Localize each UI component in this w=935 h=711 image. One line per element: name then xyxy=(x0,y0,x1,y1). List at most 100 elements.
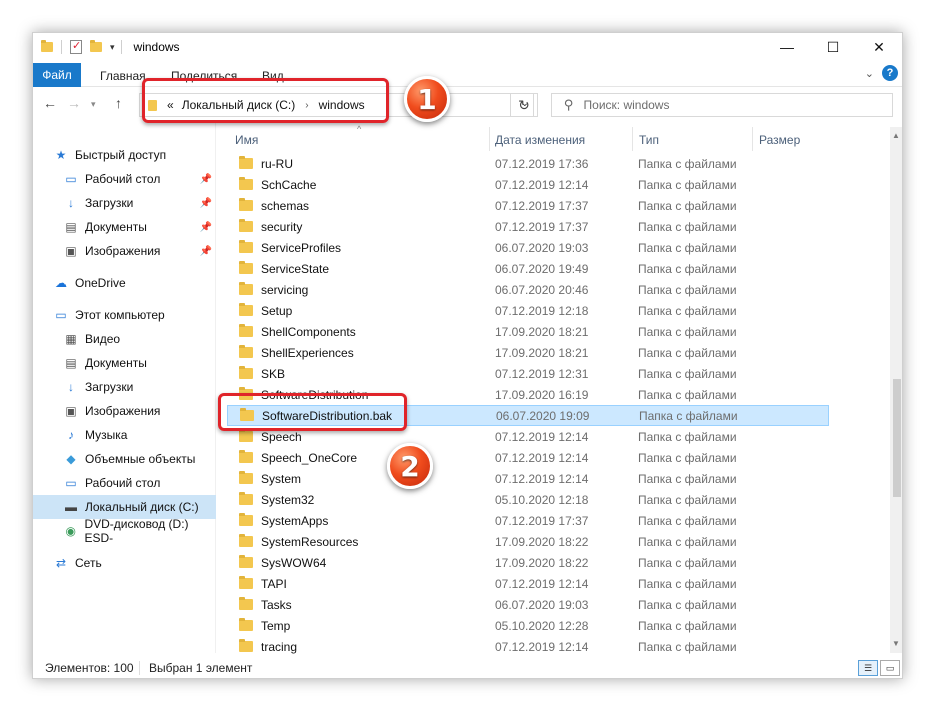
file-type: Папка с файлами xyxy=(638,324,737,339)
column-divider[interactable] xyxy=(632,127,633,151)
sidebar-item-network[interactable]: ⇄ Сеть xyxy=(33,551,216,575)
folder-icon xyxy=(239,576,253,589)
sidebar-item-label: Быстрый доступ xyxy=(75,148,167,162)
sidebar-item-downloads-pc[interactable]: ↓ Загрузки xyxy=(33,375,216,399)
column-divider[interactable] xyxy=(489,127,490,151)
sidebar-item-pictures[interactable]: ▣ Изображения 📌 xyxy=(33,239,216,263)
file-date: 07.12.2019 17:37 xyxy=(495,513,589,528)
file-row[interactable]: SystemResources 17.09.2020 18:22 Папка с ф… xyxy=(227,531,829,552)
file-date: 06.07.2020 19:03 xyxy=(495,597,589,612)
new-folder-icon[interactable] xyxy=(90,40,102,52)
file-type: Папка с файлами xyxy=(638,534,737,549)
refresh-icon[interactable]: ↻ xyxy=(510,93,538,117)
file-row[interactable]: ShellExperiences 17.09.2020 18:21 Папка с … xyxy=(227,342,829,363)
vertical-scrollbar[interactable]: ▲ ▼ xyxy=(890,127,902,653)
sidebar-item-3d-objects[interactable]: ◆ Объемные объекты xyxy=(33,447,216,471)
file-row[interactable]: SKB 07.12.2019 12:31 Папка с файлами xyxy=(227,363,829,384)
recent-chevron-icon[interactable]: ▾ xyxy=(91,99,96,110)
file-row[interactable]: ServiceState 06.07.2020 19:49 Папка с файл… xyxy=(227,258,829,279)
file-date: 06.07.2020 20:46 xyxy=(495,282,589,297)
file-row[interactable]: tracing 07.12.2019 12:14 Папка с файлами xyxy=(227,636,829,657)
folder-icon xyxy=(239,156,253,169)
scroll-up-icon[interactable]: ▲ xyxy=(892,131,900,140)
file-row[interactable]: Tasks 06.07.2020 19:03 Папка с файлами xyxy=(227,594,829,615)
folder-icon xyxy=(239,555,253,568)
pin-icon[interactable]: 📌 xyxy=(200,246,212,257)
file-row[interactable]: ShellComponents 17.09.2020 18:21 Папка с ф… xyxy=(227,321,829,342)
file-row[interactable]: ru-RU 07.12.2019 17:36 Папка с файлами xyxy=(227,153,829,174)
sidebar-item-pictures-pc[interactable]: ▣ Изображения xyxy=(33,399,216,423)
search-icon: ⚲ xyxy=(564,97,574,112)
tab-file[interactable]: Файл xyxy=(33,63,81,87)
expand-ribbon-icon[interactable]: ⌄ xyxy=(865,67,874,80)
column-header-size[interactable]: Размер xyxy=(759,133,800,147)
file-date: 07.12.2019 17:36 xyxy=(495,156,589,171)
scrollbar-thumb[interactable] xyxy=(893,379,901,497)
back-arrow-icon[interactable]: ← xyxy=(43,95,57,111)
scroll-down-icon[interactable]: ▼ xyxy=(892,639,900,648)
sidebar-item-videos[interactable]: ▦ Видео xyxy=(33,327,216,351)
sidebar-item-label: Изображения xyxy=(85,404,161,418)
file-row[interactable]: SysWOW64 17.09.2020 18:22 Папка с файлами xyxy=(227,552,829,573)
sidebar-item-local-disk[interactable]: ▬ Локальный диск (C:) xyxy=(33,495,216,519)
help-icon[interactable]: ? xyxy=(882,65,898,81)
sidebar-item-quick-access[interactable]: ★ Быстрый доступ xyxy=(33,143,216,167)
file-row[interactable]: servicing 06.07.2020 20:46 Папка с файлами xyxy=(227,279,829,300)
file-name: Temp xyxy=(261,618,291,633)
sidebar-item-documents[interactable]: ▤ Документы 📌 xyxy=(33,215,216,239)
sidebar-item-downloads[interactable]: ↓ Загрузки 📌 xyxy=(33,191,216,215)
sidebar-item-desktop[interactable]: ▭ Рабочий стол 📌 xyxy=(33,167,216,191)
file-row[interactable]: Setup 07.12.2019 12:18 Папка с файлами xyxy=(227,300,829,321)
large-icons-view-icon[interactable]: ▭ xyxy=(880,660,900,676)
sidebar-item-music[interactable]: ♪ Музыка xyxy=(33,423,216,447)
file-date: 07.12.2019 17:37 xyxy=(495,219,589,234)
file-row[interactable]: TAPI 07.12.2019 12:14 Папка с файлами xyxy=(227,573,829,594)
tab-home[interactable]: Главная xyxy=(100,69,146,83)
pictures-icon: ▣ xyxy=(65,404,77,418)
column-headers: ^ Имя Дата изменения Тип Размер xyxy=(227,124,890,153)
close-button[interactable]: ✕ xyxy=(856,33,902,61)
file-type: Папка с файлами xyxy=(638,240,737,255)
forward-arrow-icon[interactable]: → xyxy=(67,95,81,111)
sidebar-item-this-pc[interactable]: ▭ Этот компьютер xyxy=(33,303,216,327)
desktop-icon: ▭ xyxy=(65,476,77,490)
search-input[interactable]: ⚲ Поиск: windows xyxy=(551,93,893,117)
pin-icon[interactable]: 📌 xyxy=(200,174,212,185)
chevron-down-icon[interactable]: ▾ xyxy=(110,42,115,53)
file-name: ShellComponents xyxy=(261,324,356,339)
details-view-icon[interactable]: ☰ xyxy=(858,660,878,676)
file-name: ru-RU xyxy=(261,156,293,171)
desktop-icon: ▭ xyxy=(65,172,77,186)
sidebar-item-documents-pc[interactable]: ▤ Документы xyxy=(33,351,216,375)
file-row[interactable]: security 07.12.2019 17:37 Папка с файлами xyxy=(227,216,829,237)
file-row[interactable]: schemas 07.12.2019 17:37 Папка с файлами xyxy=(227,195,829,216)
download-icon: ↓ xyxy=(68,380,74,394)
folder-icon xyxy=(239,597,253,610)
sidebar-item-label: Загрузки xyxy=(85,196,134,210)
up-arrow-icon[interactable]: ↑ xyxy=(115,95,122,111)
sidebar-item-onedrive[interactable]: ☁ OneDrive xyxy=(33,271,216,295)
sidebar-item-dvd[interactable]: ◉ DVD-дисковод (D:) ESD- xyxy=(33,517,216,545)
column-header-date[interactable]: Дата изменения xyxy=(495,133,585,147)
pin-icon[interactable]: 📌 xyxy=(200,198,212,209)
minimize-button[interactable]: — xyxy=(764,33,810,61)
file-row[interactable]: Temp 05.10.2020 12:28 Папка с файлами xyxy=(227,615,829,636)
file-row[interactable]: System32 05.10.2020 12:18 Папка с файлами xyxy=(227,489,829,510)
file-row[interactable]: System 07.12.2019 12:14 Папка с файлами xyxy=(227,468,829,489)
divider xyxy=(120,40,122,54)
sidebar-item-desktop-pc[interactable]: ▭ Рабочий стол xyxy=(33,471,216,495)
quick-access-toolbar: ▾ xyxy=(41,33,130,61)
file-row[interactable]: SystemApps 07.12.2019 17:37 Папка с файлам… xyxy=(227,510,829,531)
properties-icon[interactable] xyxy=(70,39,82,54)
pin-icon[interactable]: 📌 xyxy=(200,222,212,233)
column-header-name[interactable]: Имя xyxy=(235,133,258,147)
column-header-type[interactable]: Тип xyxy=(639,133,659,147)
maximize-button[interactable]: ☐ xyxy=(810,33,856,61)
file-type: Папка с файлами xyxy=(638,345,737,360)
column-divider[interactable] xyxy=(752,127,753,151)
file-row[interactable]: ServiceProfiles 06.07.2020 19:03 Папка с ф… xyxy=(227,237,829,258)
file-row[interactable]: Speech_OneCore 07.12.2019 12:14 Папка с фа… xyxy=(227,447,829,468)
window-title: windows xyxy=(133,40,180,54)
file-name: ServiceState xyxy=(261,261,330,276)
file-row[interactable]: SchCache 07.12.2019 12:14 Папка с файлами xyxy=(227,174,829,195)
